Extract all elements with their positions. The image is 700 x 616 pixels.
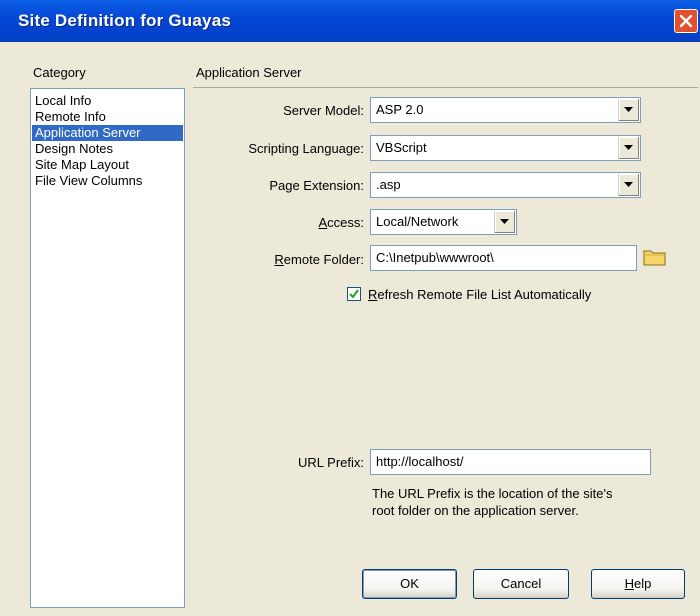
category-item-file-view-columns[interactable]: File View Columns — [32, 173, 183, 189]
category-item-design-notes[interactable]: Design Notes — [32, 141, 183, 157]
server-model-label: Server Model: — [283, 103, 364, 118]
page-extension-dropdown-button[interactable] — [618, 174, 639, 196]
refresh-label-mnemonic: R — [368, 287, 378, 302]
ok-button[interactable]: OK — [362, 569, 457, 599]
panel-separator — [193, 87, 698, 88]
category-item-application-server[interactable]: Application Server — [32, 125, 183, 141]
server-model-dropdown-button[interactable] — [618, 99, 639, 121]
chevron-down-icon — [500, 219, 509, 224]
server-model-value: ASP 2.0 — [376, 102, 424, 117]
url-prefix-value: http://localhost/ — [376, 454, 464, 469]
help-button[interactable]: Help — [591, 569, 685, 599]
cancel-button[interactable]: Cancel — [473, 569, 569, 599]
url-prefix-input[interactable]: http://localhost/ — [370, 449, 651, 475]
refresh-remote-label[interactable]: Refresh Remote File List Automatically — [368, 287, 591, 302]
remote-folder-input[interactable]: C:\Inetpub\wwwroot\ — [370, 245, 637, 271]
access-value: Local/Network — [376, 214, 459, 229]
category-item-remote-info[interactable]: Remote Info — [32, 109, 183, 125]
refresh-label-rest: efresh Remote File List Automatically — [377, 287, 592, 302]
scripting-language-value: VBScript — [376, 140, 427, 155]
chevron-down-icon — [624, 182, 633, 187]
remote-folder-label-rest: emote Folder: — [283, 252, 364, 267]
chevron-down-icon — [624, 145, 633, 150]
scripting-language-select[interactable]: VBScript — [370, 135, 641, 161]
folder-icon[interactable] — [643, 247, 667, 267]
url-prefix-help-line-2: root folder on the application server. — [372, 503, 579, 518]
category-list[interactable]: Local Info Remote Info Application Serve… — [30, 88, 185, 608]
access-dropdown-button[interactable] — [494, 211, 515, 233]
page-extension-label: Page Extension: — [269, 178, 364, 193]
chevron-down-icon — [624, 107, 633, 112]
remote-folder-label: Remote Folder: — [274, 252, 364, 267]
checkmark-icon — [349, 289, 359, 299]
refresh-remote-checkbox[interactable] — [347, 287, 361, 301]
site-definition-dialog: Site Definition for Guayas Category Loca… — [0, 0, 700, 616]
url-prefix-help-line-1: The URL Prefix is the location of the si… — [372, 486, 613, 501]
access-label-rest: ccess: — [327, 215, 364, 230]
url-prefix-label: URL Prefix: — [298, 455, 364, 470]
page-extension-select[interactable]: .asp — [370, 172, 641, 198]
remote-folder-label-mnemonic: R — [274, 252, 284, 267]
close-icon — [679, 14, 693, 28]
scripting-language-dropdown-button[interactable] — [618, 137, 639, 159]
access-label: Access: — [318, 215, 364, 230]
access-select[interactable]: Local/Network — [370, 209, 517, 235]
remote-folder-value: C:\Inetpub\wwwroot\ — [376, 250, 494, 265]
category-header: Category — [33, 65, 86, 80]
category-item-site-map-layout[interactable]: Site Map Layout — [32, 157, 183, 173]
close-button[interactable] — [674, 9, 698, 33]
category-item-local-info[interactable]: Local Info — [32, 93, 183, 109]
panel-title: Application Server — [196, 65, 302, 80]
scripting-language-label: Scripting Language: — [248, 141, 364, 156]
access-label-mnemonic: A — [318, 215, 328, 230]
title-bar[interactable]: Site Definition for Guayas — [0, 0, 700, 42]
help-button-rest: elp — [634, 576, 652, 591]
page-extension-value: .asp — [376, 177, 401, 192]
help-button-mnemonic: H — [624, 576, 635, 591]
server-model-select[interactable]: ASP 2.0 — [370, 97, 641, 123]
window-title: Site Definition for Guayas — [18, 11, 232, 30]
